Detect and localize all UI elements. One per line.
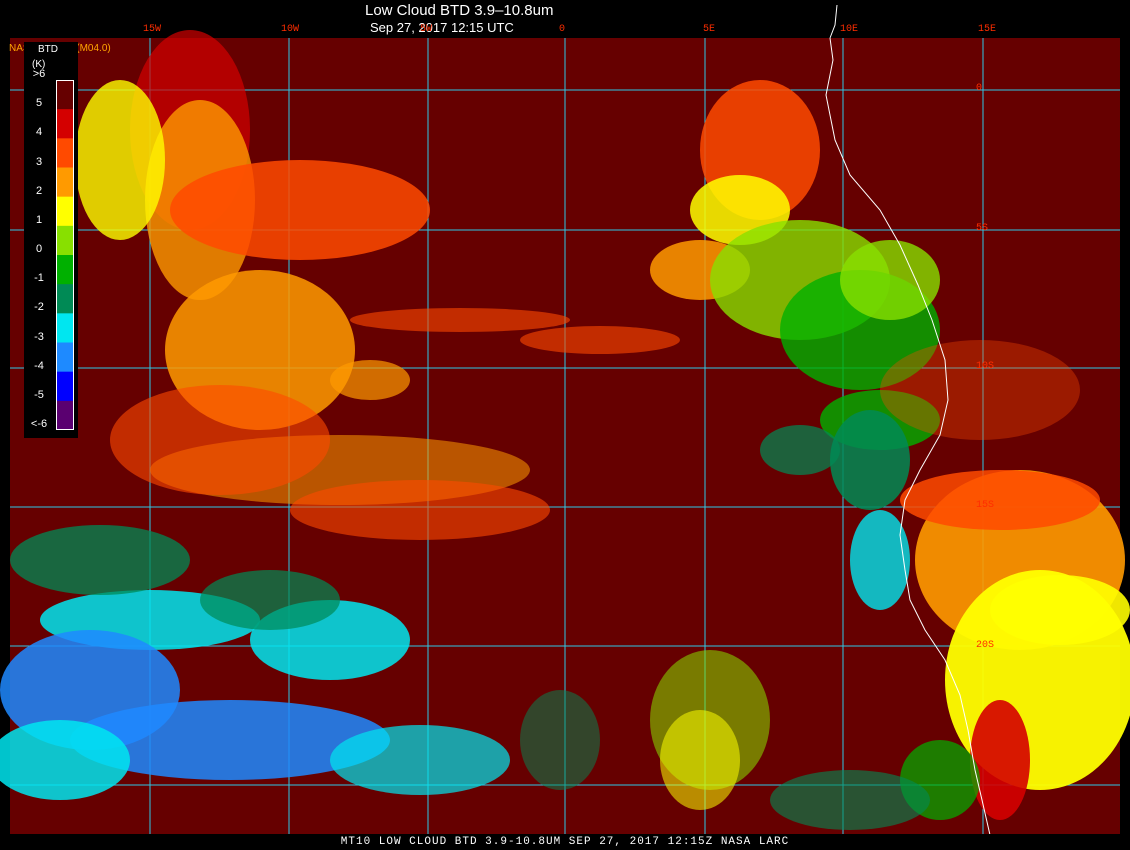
- footer-caption: MT10 LOW CLOUD BTD 3.9-10.8UM SEP 27, 20…: [0, 834, 1130, 850]
- legend-color-swatch: [57, 225, 73, 256]
- cloud-patch: [880, 340, 1080, 440]
- latitude-label: 5S: [976, 223, 989, 234]
- legend-tick-label: <-6: [30, 418, 48, 430]
- legend-color-swatch: [57, 342, 73, 373]
- cloud-patch: [110, 385, 330, 495]
- longitude-label: 0: [559, 24, 566, 35]
- latitude-label: 20S: [976, 640, 995, 651]
- longitude-label: 5W: [420, 24, 433, 35]
- cloud-patch: [170, 160, 430, 260]
- legend-color-swatch: [57, 313, 73, 343]
- cloud-patch: [840, 240, 940, 320]
- color-legend: BTD (K) >6 5 4 3 2 1 0 -1 -2 -3 -4 -5 <-6: [24, 42, 78, 438]
- cloud-patch: [200, 570, 340, 630]
- legend-tick-label: 5: [35, 97, 43, 110]
- legend-color-swatch: [57, 109, 73, 139]
- latitude-label: 15S: [976, 500, 995, 511]
- satellite-image: [0, 4, 1130, 836]
- map-timestamp: Sep 27, 2017 12:15 UTC: [370, 20, 514, 35]
- legend-tick-label: -5: [34, 388, 44, 401]
- cloud-patch: [900, 470, 1100, 530]
- longitude-label: 10E: [840, 24, 859, 35]
- cloud-patch: [970, 700, 1030, 820]
- legend-color-swatch: [57, 284, 73, 314]
- legend-tick-label: 0: [35, 243, 43, 255]
- cloud-patch: [760, 425, 840, 475]
- map-title: Low Cloud BTD 3.9–10.8um: [365, 2, 554, 19]
- cloud-patch: [660, 710, 740, 810]
- legend-color-swatch: [57, 80, 73, 110]
- legend-tick-label: -1: [34, 272, 44, 285]
- legend-tick-label: -3: [34, 330, 44, 343]
- longitude-label: 15W: [143, 24, 162, 35]
- legend-color-swatch: [57, 138, 73, 168]
- legend-tick-label: -4: [34, 359, 44, 372]
- cloud-patch: [990, 575, 1130, 645]
- longitude-label: 5E: [703, 24, 716, 35]
- legend-color-swatch: [57, 371, 73, 402]
- coastline-north: [829, 4, 838, 39]
- legend-color-swatch: [57, 255, 73, 285]
- legend-tick-label: 1: [35, 213, 43, 226]
- longitude-label: 10W: [281, 24, 300, 35]
- cloud-patch: [830, 410, 910, 510]
- legend-tick-label: >6: [32, 68, 46, 80]
- legend-color-swatch: [57, 196, 73, 227]
- cloud-patch: [520, 326, 680, 354]
- cloud-patch: [290, 480, 550, 540]
- cloud-patch: [520, 690, 600, 790]
- legend-colorbar: [56, 80, 74, 430]
- legend-color-swatch: [57, 400, 73, 430]
- cloud-patch: [10, 525, 190, 595]
- latitude-label: 10S: [976, 361, 995, 372]
- legend-tick-label: 3: [35, 155, 43, 168]
- legend-tick-label: 2: [35, 184, 43, 197]
- legend-tick-label: -2: [34, 301, 44, 314]
- legend-title: BTD: [38, 44, 58, 55]
- cloud-patch: [330, 360, 410, 400]
- legend-color-swatch: [57, 167, 73, 198]
- latitude-label: 0: [976, 83, 983, 94]
- cloud-patch: [770, 770, 930, 830]
- legend-tick-label: 4: [35, 126, 43, 139]
- cloud-patch: [75, 80, 165, 240]
- cloud-patch: [350, 308, 570, 332]
- cloud-patch: [330, 725, 510, 795]
- longitude-label: 15E: [978, 24, 997, 35]
